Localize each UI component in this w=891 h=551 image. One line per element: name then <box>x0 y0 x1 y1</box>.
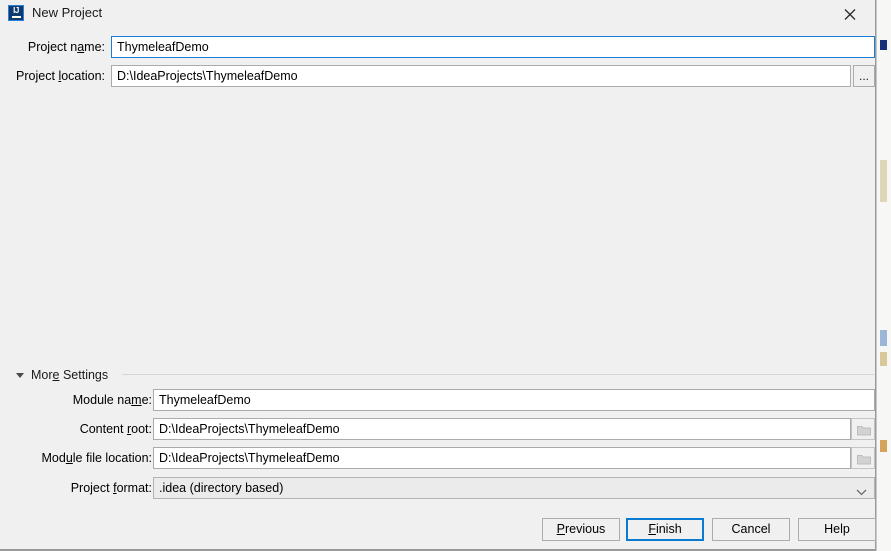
background-fleck <box>880 330 887 346</box>
more-settings-label: More Settings <box>31 367 108 383</box>
button-label: Help <box>824 522 850 536</box>
label-part: ocation: <box>61 69 105 83</box>
dialog-bottom-border <box>0 549 876 550</box>
label-part: Module na <box>72 393 132 407</box>
app-icon-text: IJ <box>13 6 19 15</box>
more-settings-separator <box>122 374 874 375</box>
label-part: Mod <box>41 451 66 465</box>
button-mnemonic: F <box>648 522 656 536</box>
label-part: oot: <box>131 422 152 436</box>
project-name-input[interactable]: ThymeleafDemo <box>111 36 875 58</box>
label-part: Content <box>79 422 127 436</box>
project-location-label: Project location: <box>0 68 105 84</box>
new-project-dialog: IJ New Project Project name: ThymeleafDe… <box>0 0 876 551</box>
module-file-location-browse-button[interactable] <box>851 447 875 469</box>
app-icon-underscore <box>11 16 21 18</box>
project-name-label: Project name: <box>0 39 105 55</box>
label-part: e: <box>141 393 152 407</box>
cancel-button[interactable]: Cancel <box>712 518 790 541</box>
chevron-down-icon <box>856 485 867 499</box>
background-window-strip <box>876 0 891 551</box>
background-fleck <box>880 40 887 50</box>
dialog-title: New Project <box>32 5 103 20</box>
module-file-location-label: Module file location: <box>0 450 153 466</box>
folder-icon <box>857 426 871 436</box>
module-name-input[interactable]: ThymeleafDemo <box>153 389 875 411</box>
project-format-label: Project format: <box>0 480 152 496</box>
button-mnemonic: P <box>556 522 566 536</box>
label-part: Project <box>16 69 59 83</box>
close-icon[interactable] <box>837 2 863 26</box>
finish-button[interactable]: Finish <box>626 518 704 541</box>
browse-location-button[interactable]: ... <box>853 65 875 87</box>
label-part: Project <box>70 481 114 495</box>
button-label: Cancel <box>731 522 771 536</box>
content-root-browse-button[interactable] <box>851 418 875 440</box>
project-format-selected-value: .idea (directory based) <box>159 481 284 495</box>
module-name-label: Module name: <box>0 392 152 408</box>
help-button[interactable]: Help <box>798 518 876 541</box>
module-file-location-input[interactable]: D:\IdeaProjects\ThymeleafDemo <box>153 447 851 469</box>
project-location-input[interactable]: D:\IdeaProjects\ThymeleafDemo <box>111 65 851 87</box>
intellij-idea-icon: IJ <box>8 5 24 21</box>
ellipsis-icon: ... <box>858 69 869 83</box>
content-root-label: Content root: <box>0 421 152 437</box>
project-format-dropdown[interactable]: .idea (directory based) <box>153 477 875 499</box>
label-mnemonic: u <box>65 451 73 465</box>
label-part: Project n <box>27 40 78 54</box>
background-fleck <box>880 160 887 202</box>
background-fleck <box>880 440 887 452</box>
label-mnemonic: m <box>131 393 142 407</box>
background-fleck <box>880 352 887 366</box>
previous-button[interactable]: Previous <box>542 518 620 541</box>
label-part: ormat: <box>116 481 152 495</box>
content-root-input[interactable]: D:\IdeaProjects\ThymeleafDemo <box>153 418 851 440</box>
folder-icon <box>857 455 871 465</box>
button-label: inish <box>655 522 682 536</box>
label-part: Settings <box>59 368 109 382</box>
triangle-down-icon <box>16 373 24 378</box>
label-part: me: <box>84 40 105 54</box>
label-part: Mor <box>31 368 53 382</box>
dialog-title-bar: IJ New Project <box>0 0 876 28</box>
label-part: le file location: <box>72 451 152 465</box>
button-label: revious <box>565 522 606 536</box>
